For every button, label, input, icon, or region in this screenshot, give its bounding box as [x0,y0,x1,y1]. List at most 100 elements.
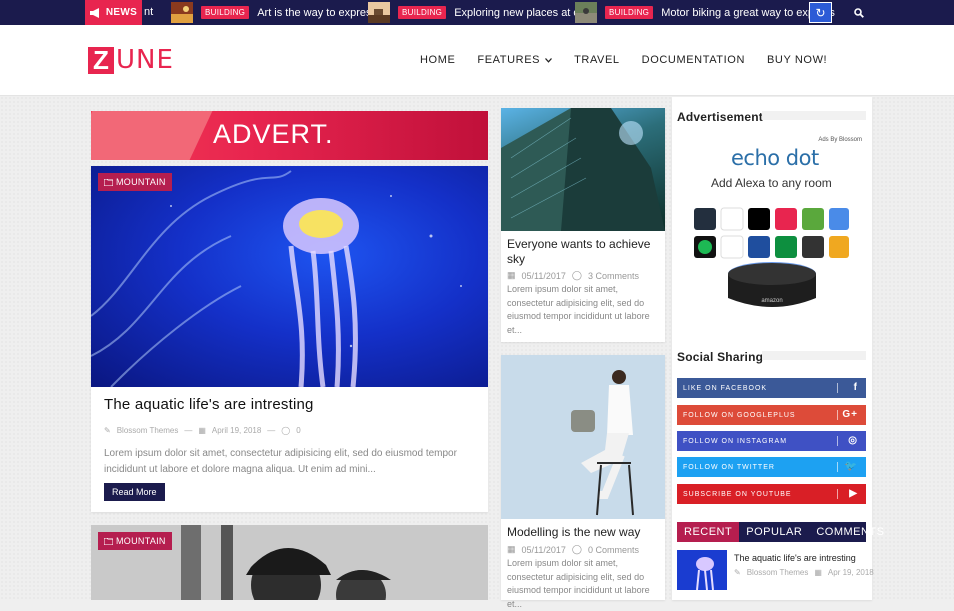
calendar-icon: ▦ [814,568,822,577]
recent-post-thumbnail[interactable] [677,550,727,590]
ticker-tag[interactable]: BUILDING [201,6,250,19]
tab-popular[interactable]: POPULAR [739,522,809,542]
author-icon: ✎ [734,568,741,577]
nav-home[interactable]: HOME [420,54,455,66]
mid-post-excerpt: Lorem ipsum dolor sit amet, consectetur … [507,284,650,335]
news-ticker-bar: NEWS nt BUILDING Art is the way to expre… [0,0,954,25]
mid-post-comments[interactable]: 3 Comments [588,271,639,281]
folder-icon [104,178,113,186]
author-icon: ✎ [104,426,111,435]
youtube-button[interactable]: SUBSCRIBE ON YOUTUBE ▶ [677,484,866,504]
folder-icon [104,537,113,545]
tab-recent[interactable]: RECENT [677,522,740,542]
ad-tagline: Add Alexa to any room [711,176,832,190]
mid-post-date: 05/11/2017 [521,270,566,281]
logo-mark: Z [88,46,114,74]
ticker-title[interactable]: Art is the way to express it [257,7,385,19]
main-nav: HOME FEATURES TRAVEL DOCUMENTATION BUY N… [420,54,827,66]
category-label: MOUNTAIN [116,536,166,546]
ticker-thumbnail-image [171,2,193,23]
ticker-title[interactable]: Exploring new places at own [454,7,593,19]
nav-features-label: FEATURES [477,54,541,66]
mid-post-meta: ▦ 05/11/2017 ◯ 3 Comments [507,270,639,281]
comment-icon: ◯ [571,270,582,280]
nav-buy-now[interactable]: BUY NOW! [767,54,827,66]
googleplus-button[interactable]: FOLLOW ON GOOGLEPLUS G+ [677,405,866,425]
post-author[interactable]: Blossom Themes [117,426,179,435]
site-logo[interactable]: Z UNE [88,45,174,75]
instagram-button[interactable]: FOLLOW ON INSTAGRAM ◎ [677,431,866,451]
nav-documentation[interactable]: DOCUMENTATION [642,54,745,66]
ads-by-label[interactable]: Ads By Blossom [818,137,862,143]
read-more-button[interactable]: Read More [104,483,165,501]
featured-post-image[interactable]: MOUNTAIN [91,166,488,387]
category-tag-mountain[interactable]: MOUNTAIN [98,173,172,191]
chevron-down-icon [545,57,553,63]
post-date: April 19, 2018 [211,426,262,435]
youtube-icon: ▶ [849,488,858,499]
advert-text: ADVERT. [213,119,334,149]
recent-post-meta: ✎ Blossom Themes ▦ Apr 19, 2018 [734,568,874,577]
ticker-tag[interactable]: BUILDING [605,6,654,19]
sidebar-tabs: RECENT POPULAR COMMENTS [677,522,884,542]
category-label: MOUNTAIN [116,177,166,187]
mid-post-image[interactable] [501,108,665,231]
recent-post-date: Apr 19, 2018 [827,568,874,577]
meta-separator: — [184,426,193,435]
ticker-item[interactable]: BUILDING Art is the way to express it [171,2,386,23]
news-ticker: NEWS nt BUILDING Art is the way to expre… [85,0,872,25]
mid-post-excerpt: Lorem ipsum dolor sit amet, consectetur … [507,558,650,609]
twitter-button[interactable]: FOLLOW ON TWITTER 🐦 [677,457,866,477]
app-icons-grid: amazon [694,207,849,307]
advert-banner[interactable]: ADVERT. [91,111,488,160]
recent-post-author[interactable]: Blossom Themes [747,568,809,577]
ad-product-name: echo dot [731,146,819,170]
googleplus-label: FOLLOW ON GOOGLEPLUS [683,411,796,419]
category-tag-mountain[interactable]: MOUNTAIN [98,532,172,550]
ticker-tag[interactable]: BUILDING [398,6,447,19]
comment-icon: ◯ [281,426,291,435]
mid-post-meta: ▦ 05/11/2017 ◯ 0 Comments [507,544,639,555]
googleplus-icon: G+ [842,409,858,420]
heading-divider [762,351,866,360]
featured-post-title[interactable]: The aquatic life's are intresting [104,396,314,413]
twitter-icon: 🐦 [844,461,858,472]
mid-post-date: 05/11/2017 [521,544,566,555]
logo-text: UNE [116,45,174,75]
ticker-item[interactable]: BUILDING Motor biking a great way to exp… [575,2,835,23]
ticker-item[interactable]: BUILDING Exploring new places at own [368,2,594,23]
recent-post-title[interactable]: The aquatic life's are intresting [734,553,864,563]
sidebar-ad[interactable]: Ads By Blossom echo dot Add Alexa to any… [677,132,866,332]
instagram-icon: ◎ [848,435,858,446]
news-badge: NEWS [85,0,142,25]
mid-post-title[interactable]: Modelling is the new way [507,525,657,540]
tab-comments[interactable]: COMMENTS [809,522,891,542]
calendar-icon: ▦ [507,270,516,280]
second-post-image[interactable]: MOUNTAIN [91,525,488,600]
ticker-thumbnail-image [575,2,597,23]
mid-post-comments[interactable]: 0 Comments [588,545,639,555]
mid-post-title[interactable]: Everyone wants to achieve sky [507,237,657,267]
social-sharing-heading: Social Sharing [677,350,764,364]
ticker-next-arrow-icon[interactable]: ↻ [809,2,832,23]
advertisement-heading: Advertisement [677,110,763,124]
post-excerpt: Lorem ipsum dolor sit amet, consectetur … [104,448,457,475]
facebook-icon: f [853,382,858,393]
comment-icon: ◯ [571,544,582,554]
post-meta: ✎ Blossom Themes — ▦ April 19, 2018 — ◯ … [104,426,301,435]
instagram-label: FOLLOW ON INSTAGRAM [683,437,788,445]
ticker-thumbnail-image [368,2,390,23]
twitter-label: FOLLOW ON TWITTER [683,463,775,471]
search-icon[interactable] [845,0,872,25]
post-comment-count[interactable]: 0 [296,426,300,435]
nav-travel[interactable]: TRAVEL [574,54,620,66]
calendar-icon: ▦ [507,544,516,554]
youtube-label: SUBSCRIBE ON YOUTUBE [683,490,792,498]
facebook-label: LIKE ON FACEBOOK [683,384,768,392]
site-header: Z UNE HOME FEATURES TRAVEL DOCUMENTATION… [0,25,954,96]
facebook-button[interactable]: LIKE ON FACEBOOK f [677,378,866,398]
nav-features[interactable]: FEATURES [477,54,553,66]
mid-post-image[interactable] [501,355,665,519]
ticker-cut-text[interactable]: nt [144,6,153,18]
device-brand-label: amazon [761,298,782,304]
